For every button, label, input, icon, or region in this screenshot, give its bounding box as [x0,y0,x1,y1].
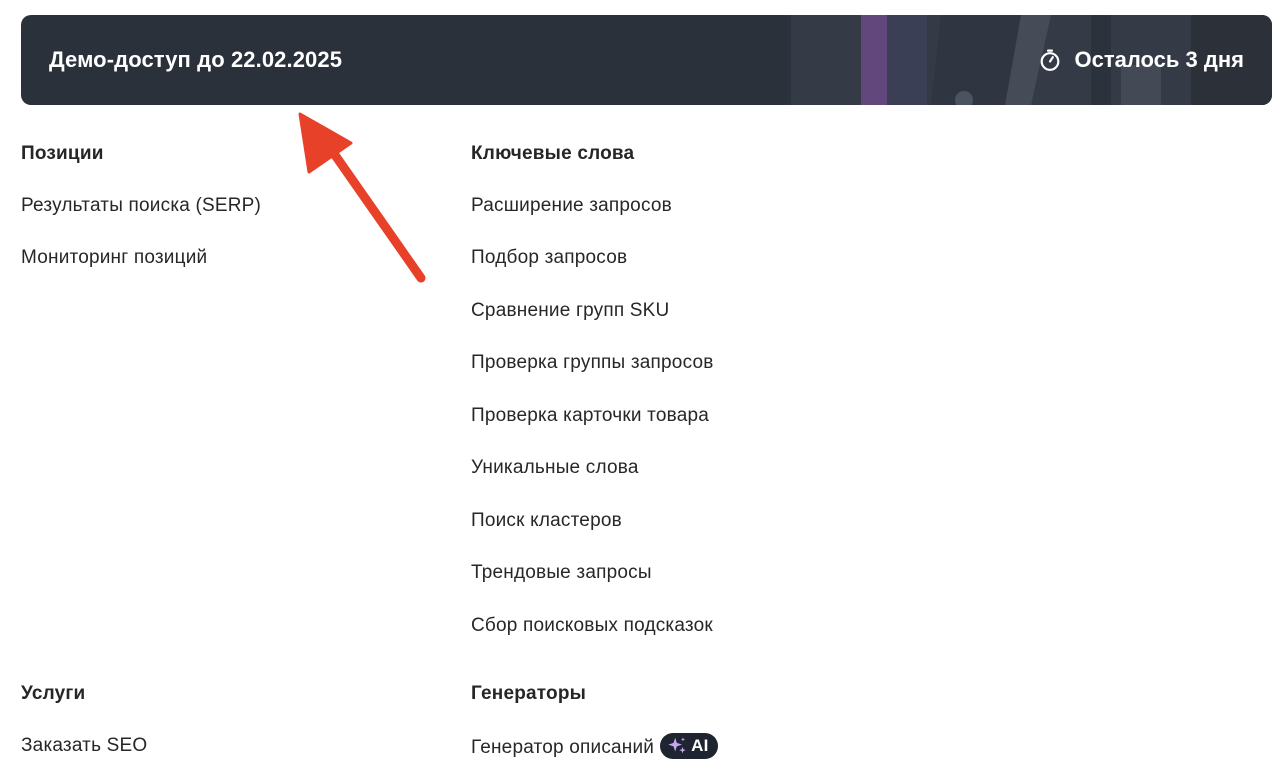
demo-access-banner: Демо-доступ до 22.02.2025 Осталось 3 дня [21,15,1272,105]
menu-item-order-seo[interactable]: Заказать SEO [21,735,147,757]
menu-item-description-generator[interactable]: Генератор описаний AI [471,733,718,761]
menu-item-serp-results[interactable]: Результаты поиска (SERP) [21,195,261,217]
menu-item-trending-queries[interactable]: Трендовые запросы [471,562,652,584]
menu-item-sku-group-comparison[interactable]: Сравнение групп SKU [471,300,669,322]
annotation-arrow-icon [298,112,426,283]
sparkle-icon [668,737,686,754]
section-title-services: Услуги [21,683,86,704]
menu-item-unique-words[interactable]: Уникальные слова [471,457,639,479]
menu-item-position-monitoring[interactable]: Мониторинг позиций [21,247,207,269]
menu-item-product-card-check[interactable]: Проверка карточки товара [471,405,709,427]
section-title-generators: Генераторы [471,683,587,704]
timer-icon [1041,49,1060,71]
remaining-days-label: Осталось 3 дня [1074,47,1244,72]
menu-item-query-group-check[interactable]: Проверка группы запросов [471,352,714,374]
section-title-positions: Позиции [21,143,104,164]
section-title-keywords: Ключевые слова [471,143,635,164]
ai-badge: AI [660,733,718,759]
banner-title: Демо-доступ до 22.02.2025 [49,47,343,72]
ai-badge-label: AI [691,736,709,755]
menu-item-query-selection[interactable]: Подбор запросов [471,247,627,269]
remaining-days: Осталось 3 дня [1038,46,1244,74]
menu-item-cluster-search[interactable]: Поиск кластеров [471,510,622,532]
menu-item-search-suggestions[interactable]: Сбор поисковых подсказок [471,615,713,637]
menu-item-query-expansion[interactable]: Расширение запросов [471,195,672,217]
menu-item-description-generator-label: Генератор описаний [471,737,655,759]
